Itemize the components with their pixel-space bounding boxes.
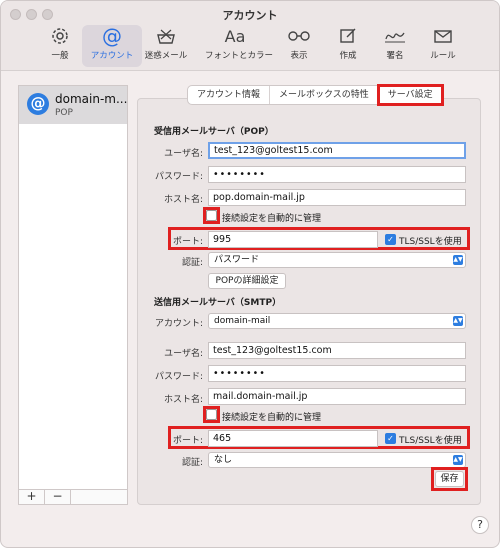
incoming-server-heading: 受信用メールサーバ（POP） xyxy=(154,127,274,137)
account-item[interactable]: @ domain-m... POP xyxy=(19,86,127,124)
toolbar-accounts-label: アカウント xyxy=(90,51,134,61)
incoming-auth-value: パスワード xyxy=(214,255,260,265)
incoming-username-field[interactable]: test_123@goltest15.com xyxy=(208,142,466,159)
outgoing-password-field[interactable]: •••••••• xyxy=(208,365,466,382)
rules-envelope-icon xyxy=(413,25,473,47)
toolbar-rules-label: ルール xyxy=(430,51,456,61)
at-icon: @ xyxy=(102,24,122,48)
incoming-auth-select[interactable]: パスワード ▲▼ xyxy=(208,252,466,268)
preferences-window: アカウント 一般 @ アカウント 迷惑メール Aa フォントとカラー 表示 作成… xyxy=(0,0,500,548)
chevron-updown-icon: ▲▼ xyxy=(453,255,463,265)
outgoing-server-heading: 送信用メールサーバ（SMTP） xyxy=(154,298,282,308)
remove-account-button[interactable]: − xyxy=(45,490,71,504)
incoming-tls-label: TLS/SSLを使用 xyxy=(399,237,462,247)
add-account-button[interactable]: + xyxy=(19,490,45,504)
tab-bar: アカウント情報 メールボックスの特性 サーバ設定 xyxy=(187,84,444,106)
toolbar-accounts[interactable]: @ アカウント xyxy=(82,24,142,67)
outgoing-auth-value: なし xyxy=(214,455,233,465)
toolbar-general-label: 一般 xyxy=(51,51,69,61)
outgoing-host-field[interactable]: mail.domain-mail.jp xyxy=(208,388,466,405)
chevron-updown-icon: ▲▼ xyxy=(453,455,463,465)
incoming-port-label: ポート: xyxy=(172,237,203,247)
incoming-host-label: ホスト名: xyxy=(163,195,203,205)
account-type: POP xyxy=(55,108,73,118)
font-aa-icon: Aa xyxy=(224,26,246,46)
help-button[interactable]: ? xyxy=(471,516,489,534)
outgoing-auto-manage-checkbox[interactable] xyxy=(206,409,217,420)
outgoing-auth-select[interactable]: なし ▲▼ xyxy=(208,452,466,468)
outgoing-tls-label: TLS/SSLを使用 xyxy=(399,436,462,446)
incoming-tls-checkbox[interactable]: ✓ xyxy=(385,234,396,245)
toolbar-junk-label: 迷惑メール xyxy=(144,51,188,61)
outgoing-auto-manage-label: 接続設定を自動的に管理 xyxy=(222,413,322,423)
window-title: アカウント xyxy=(222,9,278,22)
account-list-footer: + − xyxy=(18,489,128,505)
save-button[interactable]: 保存 xyxy=(435,471,464,487)
junk-tray-icon xyxy=(136,25,196,47)
incoming-auto-manage-label: 接続設定を自動的に管理 xyxy=(222,214,322,224)
tab-server-settings[interactable]: サーバ設定 xyxy=(376,84,444,106)
outgoing-tls-checkbox[interactable]: ✓ xyxy=(385,433,396,444)
account-list: @ domain-m... POP xyxy=(18,85,128,505)
account-name: domain-m... xyxy=(55,92,128,106)
toolbar-fonts[interactable]: Aa フォントとカラー xyxy=(205,25,274,67)
outgoing-port-label: ポート: xyxy=(172,436,203,446)
outgoing-host-label: ホスト名: xyxy=(163,395,203,405)
titlebar: アカウント 一般 @ アカウント 迷惑メール Aa フォントとカラー 表示 作成… xyxy=(1,1,499,71)
toolbar-fonts-label: フォントとカラー xyxy=(205,51,274,61)
incoming-password-field[interactable]: •••••••• xyxy=(208,166,466,183)
at-icon: @ xyxy=(27,93,49,115)
incoming-auth-label: 認証: xyxy=(181,258,203,268)
gear-icon xyxy=(30,25,90,47)
outgoing-auth-label: 認証: xyxy=(181,458,203,468)
tab-account-info[interactable]: アカウント情報 xyxy=(188,86,271,104)
outgoing-account-select[interactable]: domain-mail ▲▼ xyxy=(208,313,466,329)
toolbar-rules[interactable]: ルール xyxy=(413,25,473,67)
incoming-host-field[interactable]: pop.domain-mail.jp xyxy=(208,189,466,206)
pop-advanced-button[interactable]: POPの詳細設定 xyxy=(208,273,286,289)
toolbar-junk[interactable]: 迷惑メール xyxy=(136,25,196,67)
outgoing-username-label: ユーザ名: xyxy=(164,349,203,359)
toolbar-general[interactable]: 一般 xyxy=(30,25,90,67)
outgoing-account-value: domain-mail xyxy=(214,316,271,326)
incoming-auto-manage-checkbox[interactable] xyxy=(206,210,217,221)
outgoing-password-label: パスワード: xyxy=(154,372,203,382)
chevron-updown-icon: ▲▼ xyxy=(453,316,463,326)
incoming-password-label: パスワード: xyxy=(154,172,203,182)
outgoing-username-field[interactable]: test_123@goltest15.com xyxy=(208,342,466,359)
incoming-port-field[interactable]: 995 xyxy=(208,231,378,248)
outgoing-account-label: アカウント: xyxy=(154,319,203,329)
outgoing-port-field[interactable]: 465 xyxy=(208,430,378,447)
incoming-username-label: ユーザ名: xyxy=(164,149,203,159)
tab-mailbox-behaviors[interactable]: メールボックスの特性 xyxy=(270,86,379,104)
